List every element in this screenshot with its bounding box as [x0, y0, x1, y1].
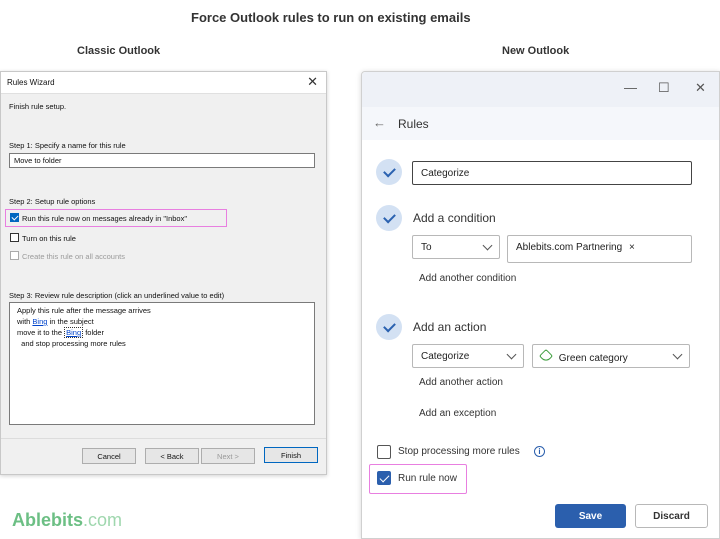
back-button[interactable]: < Back — [145, 448, 199, 464]
page-title: Force Outlook rules to run on existing e… — [191, 10, 471, 25]
chevron-down-icon — [672, 349, 683, 360]
step2-label: Step 2: Setup rule options — [9, 197, 96, 206]
ablebits-logo: Ablebits.com — [12, 510, 122, 531]
step-check-icon — [376, 205, 402, 231]
logo-text: Ablebits — [12, 510, 84, 530]
run-now-checkbox[interactable] — [10, 213, 19, 222]
condition-value-input[interactable]: Ablebits.com Partnering × — [507, 235, 692, 263]
logo-text: .com — [83, 510, 123, 530]
chevron-down-icon — [506, 349, 517, 360]
add-condition-link[interactable]: Add another condition — [419, 273, 516, 284]
description-line: with Bing in the subject — [17, 317, 94, 326]
description-text: move it to the — [17, 328, 65, 337]
condition-label: Add a condition — [413, 211, 496, 225]
turn-on-label: Turn on this rule — [22, 234, 76, 243]
rules-wizard-dialog: Rules Wizard ✕ Finish rule setup. Step 1… — [0, 71, 327, 475]
run-now-label: Run rule now — [398, 473, 457, 484]
window-titlebar: — ☐ ✕ — [362, 72, 719, 107]
divider — [1, 438, 326, 439]
run-now-checkbox[interactable] — [377, 471, 391, 485]
description-text: with — [17, 317, 33, 326]
discard-button[interactable]: Discard — [635, 504, 708, 528]
intro-text: Finish rule setup. — [9, 102, 67, 111]
step1-label: Step 1: Specify a name for this rule — [9, 141, 126, 150]
save-button[interactable]: Save — [555, 504, 626, 528]
rule-name-input[interactable]: Categorize — [412, 161, 692, 185]
action-value-select[interactable]: Green category — [532, 344, 690, 368]
close-icon[interactable]: ✕ — [307, 74, 318, 90]
dialog-titlebar: Rules Wizard ✕ — [1, 72, 326, 94]
all-accounts-label: Create this rule on all accounts — [22, 252, 125, 261]
maximize-icon[interactable]: ☐ — [658, 80, 670, 96]
stop-processing-label: Stop processing more rules — [398, 446, 520, 457]
run-now-label: Run this rule now on messages already in… — [22, 214, 187, 223]
new-outlook-window: — ☐ ✕ ← Rules Categorize Add a condition… — [361, 71, 720, 539]
next-button: Next > — [201, 448, 255, 464]
rules-header: ← Rules — [362, 107, 719, 140]
subject-word-link[interactable]: Bing — [32, 317, 47, 326]
select-value: To — [421, 242, 432, 253]
add-action-link[interactable]: Add another action — [419, 377, 503, 388]
condition-field-select[interactable]: To — [412, 235, 500, 259]
description-line: Apply this rule after the message arrive… — [17, 306, 151, 315]
folder-link[interactable]: Bing — [64, 327, 84, 338]
description-text: folder — [83, 328, 104, 337]
description-line: move it to the Bing folder — [17, 327, 104, 338]
all-accounts-checkbox — [10, 251, 19, 260]
back-arrow-icon[interactable]: ← — [373, 115, 386, 130]
step3-label: Step 3: Review rule description (click a… — [9, 291, 225, 300]
step-check-icon — [376, 159, 402, 185]
dialog-title: Rules Wizard — [7, 78, 55, 87]
description-line: and stop processing more rules — [17, 339, 126, 348]
select-value: Categorize — [421, 351, 470, 362]
info-icon[interactable]: i — [534, 446, 545, 457]
rule-description-box: Apply this rule after the message arrive… — [9, 302, 315, 425]
add-exception-link[interactable]: Add an exception — [419, 408, 496, 419]
close-icon[interactable]: ✕ — [695, 80, 706, 96]
cancel-button[interactable]: Cancel — [82, 448, 136, 464]
minimize-icon[interactable]: — — [624, 80, 637, 95]
rules-title: Rules — [398, 117, 429, 131]
step-check-icon — [376, 314, 402, 340]
remove-chip-icon[interactable]: × — [629, 242, 635, 253]
rule-name-input[interactable]: Move to folder — [9, 153, 315, 168]
action-field-select[interactable]: Categorize — [412, 344, 524, 368]
action-label: Add an action — [413, 320, 487, 334]
tag-icon — [538, 348, 554, 364]
description-text: in the subject — [47, 317, 94, 326]
finish-button[interactable]: Finish — [264, 447, 318, 463]
new-heading: New Outlook — [502, 45, 570, 57]
classic-heading: Classic Outlook — [77, 45, 161, 57]
select-value: Green category — [558, 353, 628, 364]
recipient-chip: Ablebits.com Partnering — [516, 242, 623, 253]
chevron-down-icon — [482, 240, 493, 251]
turn-on-checkbox[interactable] — [10, 233, 19, 242]
stop-processing-checkbox[interactable] — [377, 445, 391, 459]
